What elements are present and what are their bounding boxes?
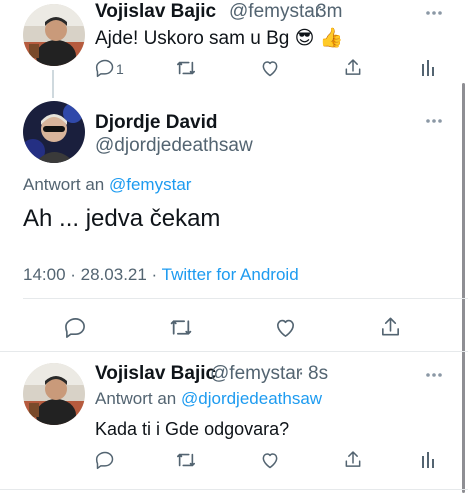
author-handle[interactable]: @djordjedeathsaw xyxy=(95,135,253,157)
analytics-icon[interactable] xyxy=(421,450,435,468)
reply-context: Antwort an @djordjedeathsaw xyxy=(95,389,322,409)
retweet-icon[interactable] xyxy=(175,58,197,78)
author-name[interactable]: Djordje David xyxy=(95,112,217,134)
divider xyxy=(0,351,468,352)
reply-prefix: Antwort an xyxy=(23,175,105,194)
tweet-text: Ah ... jedva čekam xyxy=(23,205,221,232)
scrollbar[interactable] xyxy=(462,83,465,493)
share-icon[interactable] xyxy=(343,449,363,470)
thumbs-up-emoji: 👍 xyxy=(319,28,344,49)
sunglasses-emoji: 😎 xyxy=(294,28,315,49)
reply-to-handle[interactable]: @femystar xyxy=(109,175,191,194)
like-icon[interactable] xyxy=(260,58,280,78)
tweet-text-body: Ajde! Uskoro sam u Bg xyxy=(95,28,290,49)
tweet-text: Kada ti i Gde odgovara? xyxy=(95,419,290,439)
tweet-time: 8s xyxy=(308,363,329,384)
reply-prefix: Antwort an xyxy=(95,389,177,408)
tweet-timestamp: 14:00 · 28.03.21 · xyxy=(23,265,158,284)
separator-dot: · xyxy=(298,363,305,384)
tweet-source[interactable]: Twitter for Android xyxy=(162,265,299,284)
author-name[interactable]: Vojislav Bajic xyxy=(95,363,216,385)
reply-icon[interactable] xyxy=(64,316,87,339)
separator-dot: · xyxy=(306,1,313,22)
more-icon[interactable] xyxy=(425,10,443,16)
more-icon[interactable] xyxy=(425,372,443,378)
reply-icon[interactable] xyxy=(95,58,115,78)
reply-context: Antwort an @femystar xyxy=(23,175,191,195)
tweet-text: Ajde! Uskoro sam u Bg 😎 👍 xyxy=(95,26,343,50)
retweet-icon[interactable] xyxy=(168,316,194,339)
like-icon[interactable] xyxy=(274,316,297,339)
avatar[interactable] xyxy=(23,363,85,425)
like-icon[interactable] xyxy=(260,450,280,470)
share-icon[interactable] xyxy=(379,315,402,339)
analytics-icon[interactable] xyxy=(421,58,435,76)
avatar[interactable] xyxy=(23,4,85,66)
author-handle[interactable]: @femystar xyxy=(210,363,302,385)
reply-to-handle[interactable]: @djordjedeathsaw xyxy=(181,389,322,408)
avatar[interactable] xyxy=(23,101,85,163)
author-name[interactable]: Vojislav Bajic xyxy=(95,1,216,23)
reply-count: 1 xyxy=(116,61,124,77)
retweet-icon[interactable] xyxy=(175,450,197,470)
tweet-meta: 14:00 · 28.03.21 · Twitter for Android xyxy=(23,265,299,285)
reply-icon[interactable] xyxy=(95,450,115,470)
thread-line xyxy=(52,70,54,98)
more-icon[interactable] xyxy=(425,118,443,124)
share-icon[interactable] xyxy=(343,57,363,78)
tweet-time: 3m xyxy=(316,1,343,22)
divider xyxy=(0,489,468,490)
divider xyxy=(23,298,468,299)
